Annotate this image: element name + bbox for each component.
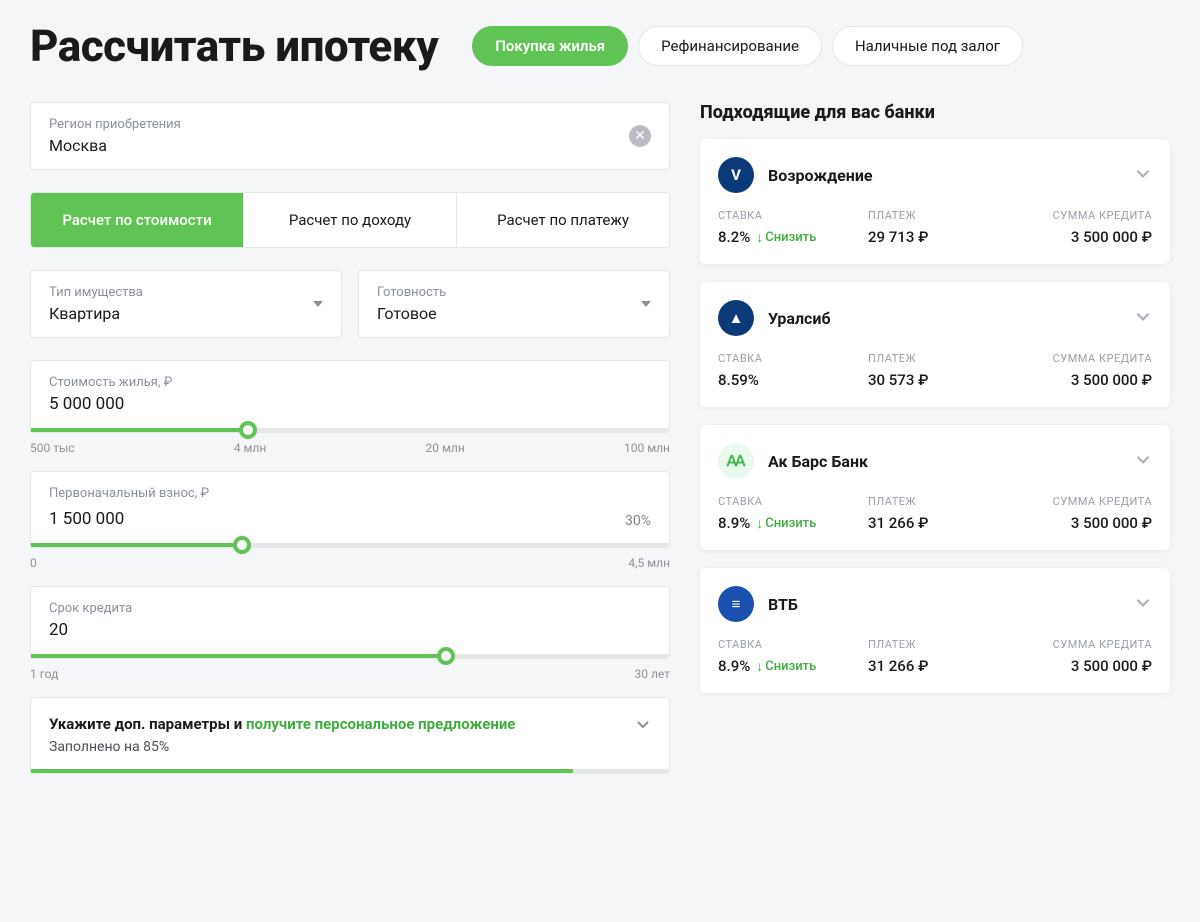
stat-label-payment: ПЛАТЕЖ — [868, 209, 1002, 222]
caret-down-icon — [313, 301, 323, 307]
stat-sum: 3 500 000 ₽ — [1018, 228, 1152, 246]
bank-logo: V — [718, 157, 754, 193]
extra-title-2: получите персональное предложение — [246, 715, 515, 733]
extra-sub: Заполнено на 85% — [49, 739, 651, 755]
stat-label-payment: ПЛАТЕЖ — [868, 495, 1002, 508]
pill-0[interactable]: Покупка жилья — [472, 26, 628, 66]
stat-label-sum: СУММА КРЕДИТА — [1018, 352, 1152, 365]
calc-tab-2[interactable]: Расчет по платежу — [457, 193, 669, 247]
stat-payment: 30 573 ₽ — [868, 371, 1002, 389]
down-value: 1 500 000 — [49, 509, 124, 529]
chevron-down-icon[interactable] — [1134, 593, 1152, 615]
pill-2[interactable]: Наличные под залог — [832, 26, 1023, 66]
bank-logo: ▲ — [718, 300, 754, 336]
bank-logo: ≡ — [718, 586, 754, 622]
banks-title: Подходящие для вас банки — [700, 102, 1170, 123]
property-type-label: Тип имущества — [49, 285, 143, 300]
stat-label-payment: ПЛАТЕЖ — [868, 638, 1002, 651]
readiness-select[interactable]: Готовность Готовое — [358, 270, 670, 338]
stat-rate: 8.2% ↓Снизить — [718, 228, 852, 246]
bank-card: Ꜳ Ак Барс Банк СТАВКА 8.9% ↓Снизить ПЛАТ… — [700, 425, 1170, 550]
calc-tabs: Расчет по стоимостиРасчет по доходуРасче… — [30, 192, 670, 248]
stat-payment: 31 266 ₽ — [868, 514, 1002, 532]
tick: 30 лет — [635, 667, 670, 681]
readiness-value: Готовое — [377, 304, 446, 323]
stat-sum: 3 500 000 ₽ — [1018, 514, 1152, 532]
chevron-down-icon[interactable] — [635, 716, 651, 736]
stat-label-sum: СУММА КРЕДИТА — [1018, 495, 1152, 508]
stat-label-payment: ПЛАТЕЖ — [868, 352, 1002, 365]
stat-sum: 3 500 000 ₽ — [1018, 371, 1152, 389]
term-value: 20 — [49, 620, 651, 640]
stat-label-rate: СТАВКА — [718, 352, 852, 365]
stat-label-rate: СТАВКА — [718, 638, 852, 651]
term-label: Срок кредита — [49, 601, 651, 616]
slider-thumb[interactable] — [239, 421, 257, 439]
clear-icon[interactable]: ✕ — [629, 125, 651, 147]
extra-params-card[interactable]: Укажите доп. параметры и получите персон… — [30, 697, 670, 774]
tick: 20 млн — [426, 441, 465, 455]
stat-sum: 3 500 000 ₽ — [1018, 657, 1152, 675]
slider-thumb[interactable] — [233, 536, 251, 554]
bank-name[interactable]: Уралсиб — [768, 309, 1120, 328]
calc-tab-0[interactable]: Расчет по стоимости — [31, 193, 244, 247]
down-ticks: 0 4,5 млн — [30, 556, 670, 570]
tick: 4,5 млн — [628, 556, 670, 570]
chevron-down-icon[interactable] — [1134, 307, 1152, 329]
bank-card: V Возрождение СТАВКА 8.2% ↓Снизить ПЛАТЕ… — [700, 139, 1170, 264]
tick: 0 — [30, 556, 37, 570]
tick: 100 млн — [624, 441, 670, 455]
caret-down-icon — [641, 301, 651, 307]
lower-link[interactable]: ↓Снизить — [756, 515, 816, 532]
term-slider[interactable]: Срок кредита 20 — [30, 586, 670, 659]
bank-name[interactable]: Ак Барс Банк — [768, 452, 1120, 471]
stat-label-sum: СУММА КРЕДИТА — [1018, 209, 1152, 222]
bank-card: ▲ Уралсиб СТАВКА 8.59% ПЛАТЕЖ 30 573 ₽ С… — [700, 282, 1170, 407]
price-value: 5 000 000 — [49, 394, 651, 414]
chevron-down-icon[interactable] — [1134, 450, 1152, 472]
stat-label-rate: СТАВКА — [718, 495, 852, 508]
tick: 1 год — [30, 667, 58, 681]
stat-label-rate: СТАВКА — [718, 209, 852, 222]
term-ticks: 1 год 30 лет — [30, 667, 670, 681]
property-type-value: Квартира — [49, 304, 143, 323]
slider-thumb[interactable] — [437, 647, 455, 665]
down-label: Первоначальный взнос, ₽ — [49, 486, 651, 501]
tick: 4 млн — [234, 441, 266, 455]
property-type-select[interactable]: Тип имущества Квартира — [30, 270, 342, 338]
down-pct: 30% — [625, 513, 651, 529]
bank-name[interactable]: ВТБ — [768, 595, 1120, 614]
chevron-down-icon[interactable] — [1134, 164, 1152, 186]
bank-name[interactable]: Возрождение — [768, 166, 1120, 185]
calc-tab-1[interactable]: Расчет по доходу — [244, 193, 457, 247]
tick: 500 тыс — [30, 441, 75, 455]
bank-card: ≡ ВТБ СТАВКА 8.9% ↓Снизить ПЛАТЕЖ 31 266… — [700, 568, 1170, 693]
region-field[interactable]: Регион приобретения Москва ✕ — [30, 102, 670, 170]
region-value: Москва — [49, 136, 181, 155]
stat-rate: 8.9% ↓Снизить — [718, 657, 852, 675]
down-slider[interactable]: Первоначальный взнос, ₽ 1 500 000 30% — [30, 471, 670, 548]
bank-logo: Ꜳ — [718, 443, 754, 479]
stat-rate: 8.9% ↓Снизить — [718, 514, 852, 532]
stat-label-sum: СУММА КРЕДИТА — [1018, 638, 1152, 651]
readiness-label: Готовность — [377, 285, 446, 300]
stat-payment: 29 713 ₽ — [868, 228, 1002, 246]
pill-1[interactable]: Рефинансирование — [638, 26, 822, 66]
price-label: Стоимость жилья, ₽ — [49, 375, 651, 390]
page-title: Рассчитать ипотеку — [30, 20, 438, 72]
region-label: Регион приобретения — [49, 117, 181, 132]
stat-rate: 8.59% — [718, 371, 852, 389]
price-slider[interactable]: Стоимость жилья, ₽ 5 000 000 — [30, 360, 670, 433]
lower-link[interactable]: ↓Снизить — [756, 658, 816, 675]
purpose-pills: Покупка жильяРефинансированиеНаличные по… — [472, 26, 1023, 66]
price-ticks: 500 тыс 4 млн 20 млн 100 млн — [30, 441, 670, 455]
lower-link[interactable]: ↓Снизить — [756, 229, 816, 246]
extra-title-1: Укажите доп. параметры и — [49, 715, 246, 733]
stat-payment: 31 266 ₽ — [868, 657, 1002, 675]
